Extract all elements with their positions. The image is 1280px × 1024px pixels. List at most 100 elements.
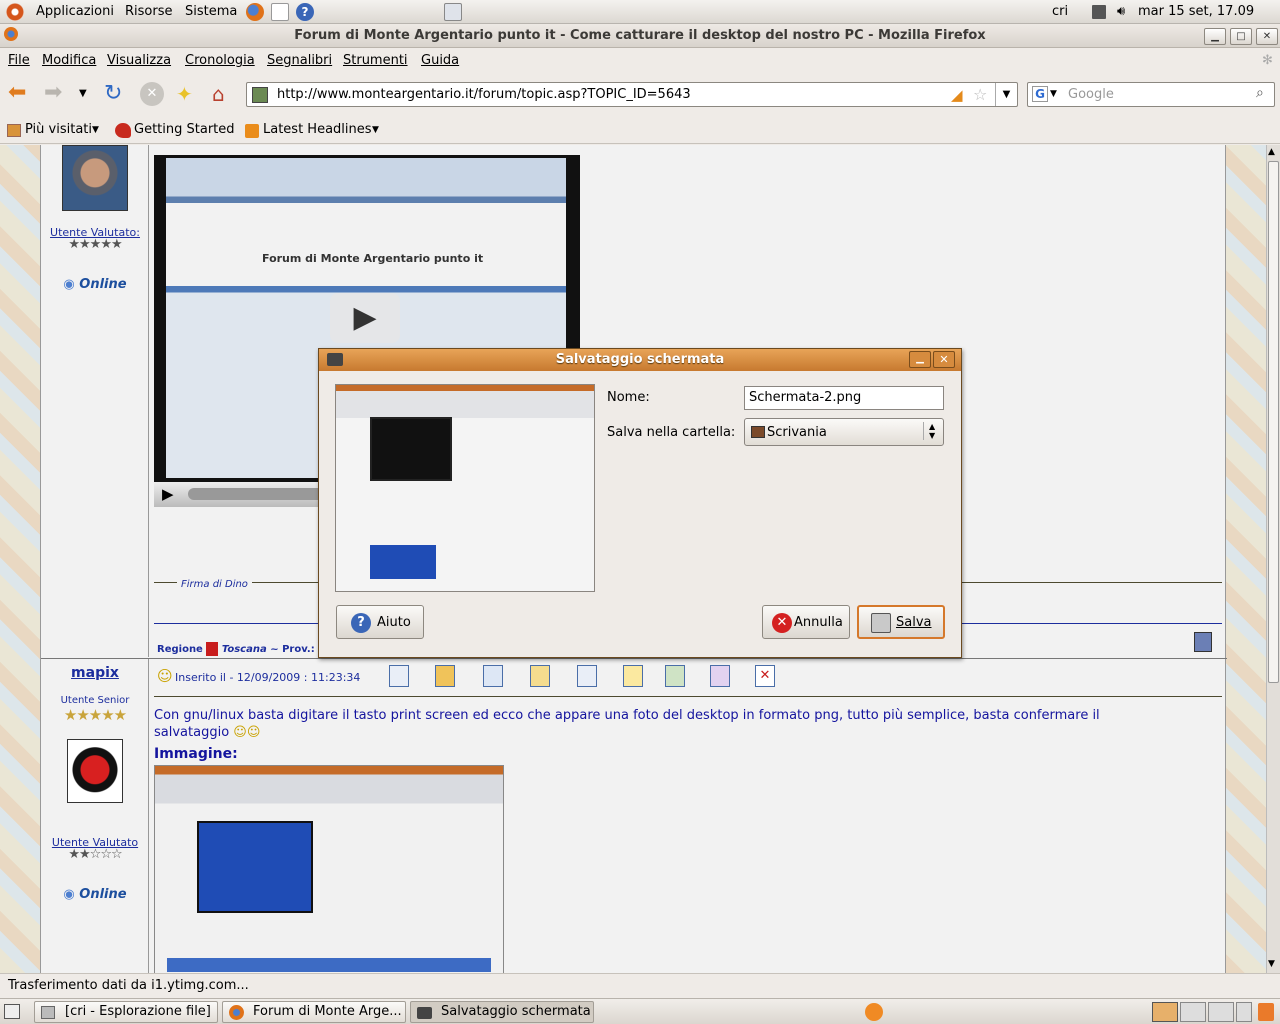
bookmark-star-icon[interactable]: ☆ bbox=[973, 85, 987, 104]
stop-icon[interactable]: ✕ bbox=[140, 82, 164, 106]
search-magnifier-icon[interactable]: ⌕ bbox=[1256, 85, 1264, 101]
history-dropdown-icon[interactable]: ▼ bbox=[79, 82, 103, 106]
name-input[interactable]: Schermata-2.png bbox=[744, 386, 944, 410]
window-title: Forum di Monte Argentario punto it - Com… bbox=[294, 28, 986, 43]
menu-view[interactable]: Visualizza bbox=[107, 53, 171, 68]
panel-clock[interactable]: mar 15 set, 17.09 bbox=[1138, 4, 1254, 19]
url-dropdown-icon[interactable]: ▼ bbox=[995, 83, 1017, 106]
ubuntu-logo-icon[interactable] bbox=[6, 3, 24, 21]
task-file-browser[interactable]: [cri - Esplorazione file] bbox=[34, 1001, 218, 1023]
search-input[interactable]: Google bbox=[1068, 87, 1114, 102]
most-visited-dropdown-icon[interactable]: ▼ bbox=[92, 125, 99, 135]
screenshot-applet-icon[interactable] bbox=[444, 3, 462, 21]
video-play-overlay-icon[interactable]: ▶ bbox=[330, 293, 400, 343]
places-menu[interactable]: Risorse bbox=[125, 4, 173, 19]
post2-image-label: Immagine: bbox=[154, 746, 238, 762]
workspace-4[interactable] bbox=[1236, 1002, 1252, 1022]
video-inner-text: Forum di Monte Argentario punto it bbox=[262, 252, 484, 265]
image-inner-footer bbox=[167, 958, 491, 972]
minimize-button[interactable]: ▁ bbox=[1204, 28, 1226, 45]
bookmarks-toolbar: Più visitati ▼ Getting Started Latest He… bbox=[0, 116, 1280, 144]
forward-icon[interactable]: ➡ bbox=[44, 82, 68, 106]
post1-region: Regione Toscana ~ Prov.: Gro bbox=[157, 642, 338, 656]
help-button[interactable]: ? Aiuto bbox=[336, 605, 424, 639]
task-screenshot[interactable]: Salvataggio schermata bbox=[410, 1001, 594, 1023]
menubar: File Modifica Visualizza Cronologia Segn… bbox=[0, 48, 1280, 72]
dialog-close-button[interactable]: ✕ bbox=[933, 351, 955, 368]
reload-icon[interactable]: ↻ bbox=[104, 82, 128, 106]
firefox-launcher-icon[interactable] bbox=[246, 3, 264, 21]
network-icon[interactable] bbox=[1092, 5, 1106, 19]
task-firefox[interactable]: Forum di Monte Arge... bbox=[222, 1001, 406, 1023]
search-bar[interactable]: G ▼ Google ⌕ bbox=[1027, 82, 1275, 107]
video-play-button[interactable]: ▶ bbox=[162, 485, 174, 503]
bookmark-most-visited[interactable]: Più visitati bbox=[25, 122, 92, 137]
dialog-minimize-button[interactable]: ▁ bbox=[909, 351, 931, 368]
home-icon[interactable]: ⌂ bbox=[212, 82, 236, 106]
google-engine-icon[interactable]: G bbox=[1032, 86, 1048, 102]
add-buddy-icon[interactable] bbox=[665, 665, 685, 687]
workspace-3[interactable] bbox=[1208, 1002, 1234, 1022]
status-text: Trasferimento dati da i1.ytimg.com... bbox=[8, 978, 249, 993]
edit-icon[interactable] bbox=[577, 665, 597, 687]
latest-headlines-dropdown-icon[interactable]: ▼ bbox=[372, 125, 379, 135]
quote-icon[interactable] bbox=[389, 665, 409, 687]
back-icon[interactable]: ⬅ bbox=[8, 82, 32, 106]
bookmark-getting-started[interactable]: Getting Started bbox=[134, 122, 235, 137]
email-icon[interactable] bbox=[483, 665, 503, 687]
help-launcher-icon[interactable]: ? bbox=[296, 3, 314, 21]
menu-tools[interactable]: Strumenti bbox=[343, 53, 408, 68]
trash-icon[interactable] bbox=[1258, 1003, 1274, 1021]
page-scrollbar[interactable]: ▲ ▼ bbox=[1266, 145, 1280, 973]
applications-menu[interactable]: Applicazioni bbox=[36, 4, 114, 19]
menu-help[interactable]: Guida bbox=[421, 53, 459, 68]
mail-launcher-icon[interactable] bbox=[271, 3, 289, 21]
update-notifier-icon[interactable] bbox=[865, 1003, 883, 1021]
post2-header: ☺ Inserito il - 12/09/2009 : 11:23:34 ✕ bbox=[157, 665, 1217, 695]
region-label: Regione bbox=[157, 644, 203, 655]
window-titlebar: Forum di Monte Argentario punto it - Com… bbox=[0, 24, 1280, 48]
maximize-button[interactable]: □ bbox=[1230, 28, 1252, 45]
desktop-folder-icon bbox=[751, 426, 765, 438]
folder-select[interactable]: Scrivania ▲ ▼ bbox=[744, 418, 944, 446]
workspace-2[interactable] bbox=[1180, 1002, 1206, 1022]
save-button[interactable]: Salva bbox=[857, 605, 945, 639]
menu-edit[interactable]: Modifica bbox=[42, 53, 96, 68]
profile-card-icon[interactable] bbox=[1194, 632, 1212, 652]
message-icon[interactable] bbox=[623, 665, 643, 687]
cool-smiley-icon: ☺☺ bbox=[233, 725, 261, 740]
help-button-label: Aiuto bbox=[377, 615, 411, 630]
post2-image[interactable] bbox=[154, 765, 504, 973]
dialog-title: Salvataggio schermata bbox=[555, 352, 725, 367]
task-firefox-label: Forum di Monte Arge... bbox=[253, 1004, 402, 1019]
show-desktop-icon[interactable] bbox=[4, 1004, 20, 1019]
url-bar[interactable]: http://www.monteargentario.it/forum/topi… bbox=[246, 82, 1018, 107]
system-menu[interactable]: Sistema bbox=[185, 4, 237, 19]
help-icon: ? bbox=[351, 613, 371, 633]
url-text[interactable]: http://www.monteargentario.it/forum/topi… bbox=[277, 87, 691, 102]
volume-icon[interactable]: 🔊︎ bbox=[1117, 4, 1125, 19]
scroll-up-icon[interactable]: ▲ bbox=[1268, 147, 1275, 157]
bookmark-latest-headlines[interactable]: Latest Headlines bbox=[263, 122, 372, 137]
menu-history[interactable]: Cronologia bbox=[185, 53, 255, 68]
profile-icon[interactable] bbox=[435, 665, 455, 687]
menu-file[interactable]: File bbox=[8, 53, 30, 68]
panel-user[interactable]: cri bbox=[1052, 4, 1068, 19]
close-button[interactable]: ✕ bbox=[1256, 28, 1278, 45]
most-visited-folder-icon bbox=[7, 124, 21, 137]
cancel-button[interactable]: ✕ Annulla bbox=[762, 605, 850, 639]
rss-feed-icon[interactable]: ◢ bbox=[951, 86, 963, 104]
delete-icon[interactable]: ✕ bbox=[755, 665, 775, 687]
scroll-down-icon[interactable]: ▼ bbox=[1268, 959, 1275, 969]
ip-icon[interactable] bbox=[710, 665, 730, 687]
menu-bookmarks[interactable]: Segnalibri bbox=[267, 53, 332, 68]
workspace-1[interactable] bbox=[1152, 1002, 1178, 1022]
new-tab-star-icon[interactable]: ✦ bbox=[176, 82, 200, 106]
engine-dropdown-icon[interactable]: ▼ bbox=[1050, 89, 1057, 99]
post2-username[interactable]: mapix bbox=[41, 665, 149, 681]
scroll-thumb[interactable] bbox=[1268, 161, 1279, 683]
homepage-icon[interactable] bbox=[530, 665, 550, 687]
post2-rank: Utente Senior bbox=[60, 695, 130, 706]
post1-avatar[interactable] bbox=[62, 145, 128, 211]
post2-avatar[interactable] bbox=[67, 739, 123, 803]
